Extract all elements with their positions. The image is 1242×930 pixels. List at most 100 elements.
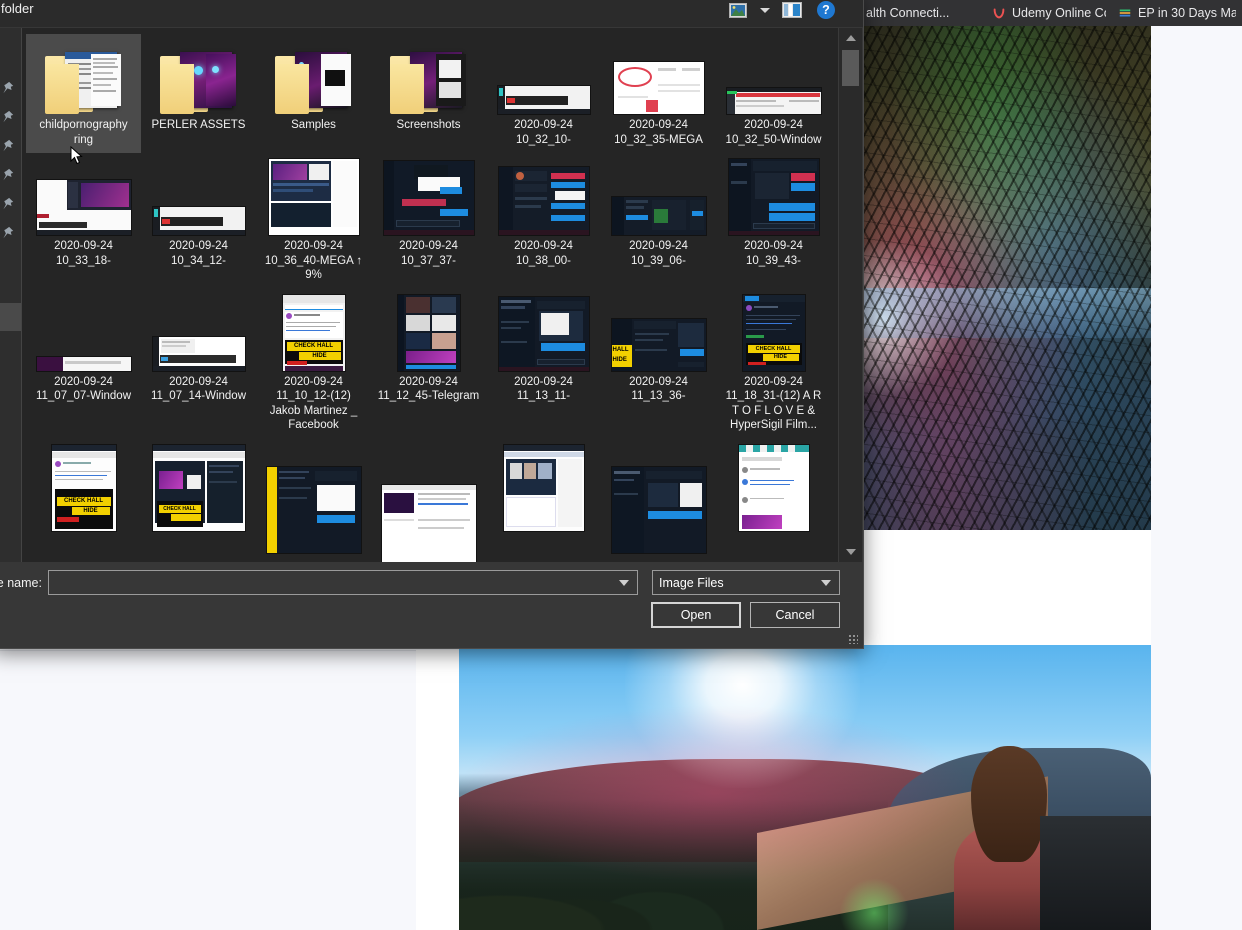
thumbnail: CHECK HALL HIDE bbox=[724, 294, 824, 371]
file-item[interactable]: 2020-09-24 11_07_14-Window bbox=[141, 291, 256, 439]
file-label: 2020-09-24 11_10_12-(12) Jakob Martinez … bbox=[269, 375, 358, 432]
browser-tab-2[interactable]: EP in 30 Days Mast... bbox=[1112, 0, 1242, 26]
thumbnail bbox=[379, 159, 479, 235]
view-mode-button[interactable] bbox=[721, 0, 755, 23]
browser-tab-0[interactable]: alth Connecti... bbox=[860, 0, 986, 26]
chevron-up-icon bbox=[845, 35, 856, 41]
file-item[interactable]: CHECK HALL HIDE 2020-09-24 11_18_31-(12)… bbox=[716, 291, 831, 439]
place-item-3[interactable] bbox=[0, 160, 21, 188]
tab-label: EP in 30 Days Mast... bbox=[1138, 6, 1236, 20]
file-item[interactable]: 2020-09-24 10_37_37- bbox=[371, 155, 486, 289]
file-item[interactable]: 2020-09-24 10_32_35-MEGA bbox=[601, 34, 716, 153]
file-name-label: le name: bbox=[0, 576, 42, 590]
cancel-button-label: Cancel bbox=[775, 608, 815, 622]
file-label: 2020-09-24 11_12_45-Telegram bbox=[377, 375, 480, 403]
file-item[interactable] bbox=[371, 441, 486, 562]
place-item-2[interactable] bbox=[0, 131, 21, 159]
file-type-combo[interactable]: Image Files bbox=[652, 570, 840, 595]
file-name-combo[interactable] bbox=[48, 570, 638, 595]
file-item[interactable] bbox=[716, 441, 831, 559]
file-item[interactable]: PERLER ASSETS bbox=[141, 34, 256, 153]
file-item[interactable]: CHECK HALL bbox=[141, 441, 256, 559]
file-list-scrollbar[interactable] bbox=[838, 28, 862, 562]
file-item[interactable]: 2020-09-24 10_39_43- bbox=[716, 155, 831, 289]
file-type-value: Image Files bbox=[659, 575, 724, 590]
pin-icon bbox=[3, 226, 14, 238]
help-button[interactable]: ? bbox=[809, 0, 843, 23]
file-item[interactable]: childpornography ring bbox=[26, 34, 141, 153]
file-label: 2020-09-24 10_39_43- bbox=[744, 240, 803, 267]
file-label: 2020-09-24 10_38_00- bbox=[514, 240, 573, 267]
file-item[interactable]: 2020-09-24 11_12_45-Telegram bbox=[371, 291, 486, 439]
pin-icon bbox=[3, 139, 14, 151]
thumbnail bbox=[379, 38, 479, 114]
chevron-down-icon bbox=[821, 579, 831, 586]
place-item-6-selected[interactable] bbox=[0, 303, 21, 331]
file-name-input[interactable] bbox=[49, 575, 619, 590]
file-item[interactable]: 2020-09-24 10_32_50-Window bbox=[716, 34, 831, 153]
chevron-down-icon[interactable] bbox=[619, 579, 629, 586]
thumbnail bbox=[494, 38, 594, 114]
file-item[interactable]: 2020-09-24 10_36_40-MEGA ↑ 9% bbox=[256, 155, 371, 289]
file-item[interactable] bbox=[256, 441, 371, 559]
file-item[interactable]: CHECK HALL HIDE bbox=[26, 441, 141, 559]
browser-mid-gutter bbox=[416, 650, 459, 930]
browser-tab-1[interactable]: Udemy Online Cour... bbox=[986, 0, 1112, 26]
file-item[interactable]: 2020-09-24 10_33_18- bbox=[26, 155, 141, 289]
file-item[interactable]: 2020-09-24 10_34_12- bbox=[141, 155, 256, 289]
photo-lens-flare bbox=[459, 645, 1151, 930]
file-item[interactable]: 2020-09-24 10_32_10- bbox=[486, 34, 601, 153]
folder-icon bbox=[389, 52, 468, 114]
preview-pane-icon bbox=[782, 2, 802, 18]
open-button[interactable]: Open bbox=[651, 602, 741, 628]
resize-grip-icon[interactable] bbox=[848, 634, 858, 644]
screen-root: alth Connecti... Udemy Online Cour... EP… bbox=[0, 0, 1242, 930]
thumbnail bbox=[34, 38, 134, 114]
pin-icon bbox=[3, 110, 14, 122]
file-item[interactable]: 2020-09-24 10_38_00- bbox=[486, 155, 601, 289]
file-label: 2020-09-24 11_07_07-Window bbox=[35, 375, 132, 403]
scrollbar-thumb[interactable] bbox=[842, 50, 859, 86]
breadcrumb[interactable]: folder bbox=[1, 1, 34, 16]
file-item[interactable]: Samples bbox=[256, 34, 371, 153]
file-item[interactable]: HALL HIDE 2020-09-24 11_13_36- bbox=[601, 291, 716, 439]
file-item[interactable]: 2020-09-24 11_13_11- bbox=[486, 291, 601, 439]
file-label: 2020-09-24 11_13_11- bbox=[514, 375, 573, 403]
file-item[interactable]: Screenshots bbox=[371, 34, 486, 153]
place-item-5[interactable] bbox=[0, 218, 21, 246]
file-item[interactable]: 2020-09-24 10_39_06- bbox=[601, 155, 716, 289]
scroll-down-button[interactable] bbox=[839, 542, 862, 562]
thumbnail bbox=[494, 159, 594, 235]
thumbnail bbox=[609, 38, 709, 114]
file-label: 2020-09-24 10_32_10- bbox=[514, 119, 573, 146]
file-item[interactable] bbox=[486, 441, 601, 559]
thumbnail bbox=[609, 445, 709, 553]
pin-icon bbox=[3, 197, 14, 209]
file-list[interactable]: childpornography ring PERLER ASSETS Samp… bbox=[22, 28, 838, 562]
file-item[interactable] bbox=[601, 441, 716, 559]
cancel-button[interactable]: Cancel bbox=[750, 602, 840, 628]
thumbnail bbox=[494, 444, 594, 531]
scroll-up-button[interactable] bbox=[839, 28, 862, 48]
file-item[interactable]: 2020-09-24 11_07_07-Window bbox=[26, 291, 141, 439]
file-label: 2020-09-24 11_07_14-Window bbox=[150, 375, 247, 403]
thumbnail bbox=[379, 445, 479, 562]
place-item-1[interactable] bbox=[0, 102, 21, 130]
thumbnail bbox=[724, 159, 824, 235]
tab-label: Udemy Online Cour... bbox=[1012, 6, 1106, 20]
file-label: 2020-09-24 10_37_37- bbox=[399, 240, 458, 267]
file-label: Samples bbox=[291, 119, 336, 131]
file-label: Screenshots bbox=[396, 119, 461, 131]
place-item-0[interactable] bbox=[0, 73, 21, 101]
thumbnail bbox=[34, 295, 134, 371]
thumbnail bbox=[149, 159, 249, 235]
file-label: 2020-09-24 10_36_40-MEGA ↑ 9% bbox=[264, 240, 363, 281]
thumbnail bbox=[609, 159, 709, 235]
open-button-label: Open bbox=[680, 608, 712, 622]
pin-icon bbox=[3, 168, 14, 180]
file-label: 2020-09-24 11_18_31-(12) A R T O F L O V… bbox=[725, 375, 822, 432]
file-item[interactable]: CHECK HALL HIDE 2020-09-24 11_10_12-(12)… bbox=[256, 291, 371, 439]
preview-pane-button[interactable] bbox=[775, 0, 809, 23]
place-item-4[interactable] bbox=[0, 189, 21, 217]
view-mode-dropdown-button[interactable] bbox=[755, 0, 775, 23]
